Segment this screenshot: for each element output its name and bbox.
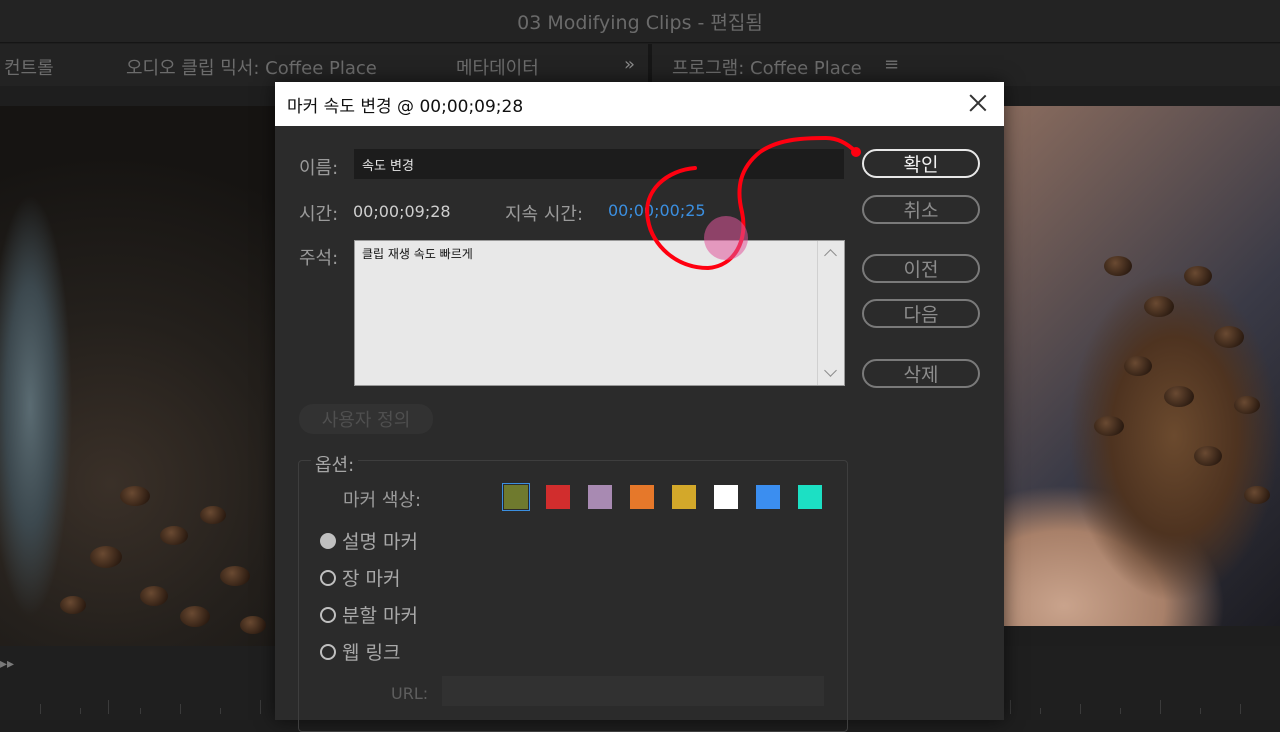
time-value: 00;00;09;28 xyxy=(353,202,451,221)
previous-button[interactable]: 이전 xyxy=(862,254,980,283)
comment-scrollbar[interactable] xyxy=(817,241,844,385)
next-button[interactable]: 다음 xyxy=(862,299,980,328)
dialog-title: 마커 속도 변경 @ 00;00;09;28 xyxy=(287,96,524,117)
app-title-bar: 03 Modifying Clips - 편집됨 xyxy=(0,0,1280,43)
options-label: 옵션: xyxy=(311,451,359,477)
close-icon[interactable] xyxy=(966,91,990,115)
marker-color-swatch[interactable] xyxy=(502,483,530,511)
marker-type-label: 설명 마커 xyxy=(342,531,418,553)
radio-icon[interactable] xyxy=(320,643,336,660)
marker-color-swatch[interactable] xyxy=(630,485,654,509)
radio-icon[interactable] xyxy=(320,532,336,549)
ok-button[interactable]: 확인 xyxy=(862,149,980,178)
marker-color-swatch[interactable] xyxy=(798,485,822,509)
marker-type-label: 장 마커 xyxy=(342,568,401,590)
duration-value[interactable]: 00;00;00;25 xyxy=(608,201,706,220)
name-input[interactable] xyxy=(354,149,844,179)
tab-audio-clip-mixer[interactable]: 오디오 클립 믹서: Coffee Place xyxy=(126,54,377,80)
marker-type-option[interactable]: 장 마커 xyxy=(320,564,400,591)
marker-type-label: 분할 마커 xyxy=(342,605,418,627)
marker-type-label: 웹 링크 xyxy=(342,642,401,664)
radio-icon[interactable] xyxy=(320,606,336,623)
scroll-up-icon[interactable] xyxy=(824,249,837,262)
tab-program-monitor[interactable]: 프로그램: Coffee Place xyxy=(672,54,862,80)
panel-menu-icon[interactable]: ≡ xyxy=(884,54,899,75)
panel-tab-bar: 컨트롤 오디오 클립 믹서: Coffee Place 메타데이터 » 프로그램… xyxy=(0,44,1280,86)
tab-controls[interactable]: 컨트롤 xyxy=(4,54,54,80)
window-title: 03 Modifying Clips - 편집됨 xyxy=(517,11,763,34)
comment-text: 클립 재생 속도 빠르게 xyxy=(362,247,473,261)
comment-label: 주석: xyxy=(299,248,339,269)
marker-color-swatch[interactable] xyxy=(714,485,738,509)
marker-color-swatch[interactable] xyxy=(672,485,696,509)
comment-textarea[interactable]: 클립 재생 속도 빠르게 xyxy=(354,240,845,386)
panel-overflow-icon[interactable]: » xyxy=(624,54,635,75)
marker-color-swatch[interactable] xyxy=(546,485,570,509)
delete-button[interactable]: 삭제 xyxy=(862,359,980,388)
timeline-playhead-icon[interactable]: ▸▸ xyxy=(0,656,14,672)
marker-color-swatch[interactable] xyxy=(588,485,612,509)
marker-type-option[interactable]: 분할 마커 xyxy=(320,601,418,628)
marker-type-option[interactable]: 설명 마커 xyxy=(320,527,418,554)
cancel-button[interactable]: 취소 xyxy=(862,195,980,224)
panel-divider xyxy=(648,44,652,86)
url-label: URL: xyxy=(391,684,429,703)
marker-color-label: 마커 색상: xyxy=(343,490,422,511)
program-video-frame-right xyxy=(1004,106,1280,626)
scroll-down-icon[interactable] xyxy=(824,364,837,377)
time-label: 시간: xyxy=(299,204,339,225)
name-label: 이름: xyxy=(299,158,339,179)
marker-dialog: 마커 속도 변경 @ 00;00;09;28 이름: 시간: 00;00;09;… xyxy=(275,82,1004,732)
dialog-header: 마커 속도 변경 @ 00;00;09;28 xyxy=(275,82,1004,126)
duration-label: 지속 시간: xyxy=(505,204,584,225)
url-input[interactable] xyxy=(442,676,824,706)
program-video-frame-left xyxy=(0,106,276,646)
radio-icon[interactable] xyxy=(320,569,336,586)
marker-type-option[interactable]: 웹 링크 xyxy=(320,638,400,665)
custom-button[interactable]: 사용자 정의 xyxy=(299,404,433,434)
marker-color-swatch[interactable] xyxy=(756,485,780,509)
tab-metadata[interactable]: 메타데이터 xyxy=(456,54,539,80)
